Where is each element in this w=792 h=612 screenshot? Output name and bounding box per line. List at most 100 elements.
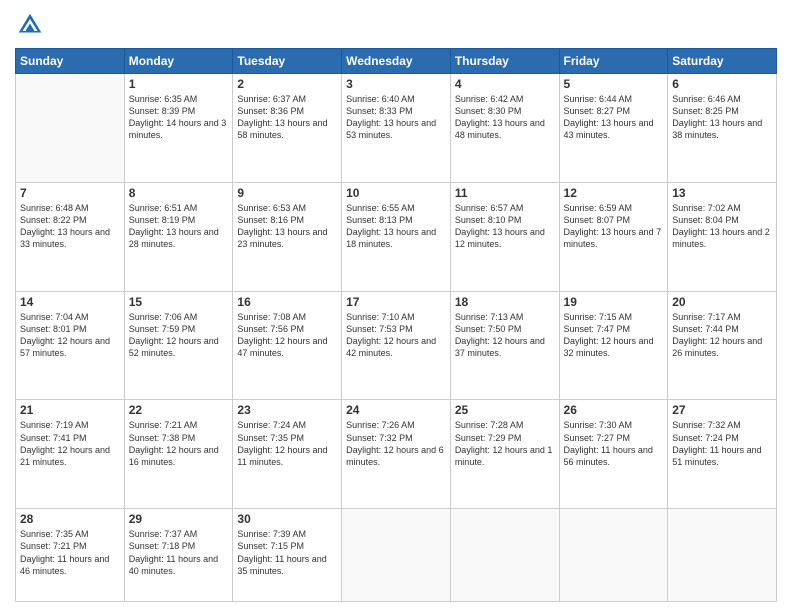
calendar-cell: 6 Sunrise: 6:46 AMSunset: 8:25 PMDaylight… [668, 74, 777, 183]
calendar-cell [16, 74, 125, 183]
day-info: Sunrise: 7:21 AMSunset: 7:38 PMDaylight:… [129, 419, 229, 468]
day-info: Sunrise: 6:46 AMSunset: 8:25 PMDaylight:… [672, 93, 772, 142]
calendar-cell: 5 Sunrise: 6:44 AMSunset: 8:27 PMDaylight… [559, 74, 668, 183]
weekday-header-row: SundayMondayTuesdayWednesdayThursdayFrid… [16, 49, 777, 74]
logo-icon [15, 10, 45, 40]
calendar-cell: 18 Sunrise: 7:13 AMSunset: 7:50 PMDayligh… [450, 291, 559, 400]
day-info: Sunrise: 6:42 AMSunset: 8:30 PMDaylight:… [455, 93, 555, 142]
day-number: 16 [237, 295, 337, 309]
weekday-header-wednesday: Wednesday [342, 49, 451, 74]
day-info: Sunrise: 7:30 AMSunset: 7:27 PMDaylight:… [564, 419, 664, 468]
day-number: 9 [237, 186, 337, 200]
day-info: Sunrise: 7:24 AMSunset: 7:35 PMDaylight:… [237, 419, 337, 468]
day-number: 19 [564, 295, 664, 309]
day-number: 14 [20, 295, 120, 309]
weekday-header-monday: Monday [124, 49, 233, 74]
day-number: 5 [564, 77, 664, 91]
day-number: 28 [20, 512, 120, 526]
week-row-2: 7 Sunrise: 6:48 AMSunset: 8:22 PMDaylight… [16, 182, 777, 291]
day-number: 24 [346, 403, 446, 417]
week-row-3: 14 Sunrise: 7:04 AMSunset: 8:01 PMDayligh… [16, 291, 777, 400]
day-number: 8 [129, 186, 229, 200]
calendar-cell: 30 Sunrise: 7:39 AMSunset: 7:15 PMDayligh… [233, 509, 342, 602]
day-info: Sunrise: 6:55 AMSunset: 8:13 PMDaylight:… [346, 202, 446, 251]
day-info: Sunrise: 6:51 AMSunset: 8:19 PMDaylight:… [129, 202, 229, 251]
day-info: Sunrise: 7:17 AMSunset: 7:44 PMDaylight:… [672, 311, 772, 360]
weekday-header-saturday: Saturday [668, 49, 777, 74]
weekday-header-friday: Friday [559, 49, 668, 74]
calendar-cell: 25Sunrise: 7:28 AMSunset: 7:29 PMDayligh… [450, 400, 559, 509]
day-number: 27 [672, 403, 772, 417]
day-info: Sunrise: 6:53 AMSunset: 8:16 PMDaylight:… [237, 202, 337, 251]
day-number: 22 [129, 403, 229, 417]
day-info: Sunrise: 7:13 AMSunset: 7:50 PMDaylight:… [455, 311, 555, 360]
day-info: Sunrise: 7:04 AMSunset: 8:01 PMDaylight:… [20, 311, 120, 360]
day-number: 7 [20, 186, 120, 200]
calendar-cell: 20 Sunrise: 7:17 AMSunset: 7:44 PMDayligh… [668, 291, 777, 400]
calendar-cell: 23 Sunrise: 7:24 AMSunset: 7:35 PMDayligh… [233, 400, 342, 509]
day-number: 29 [129, 512, 229, 526]
day-number: 2 [237, 77, 337, 91]
calendar-cell: 4 Sunrise: 6:42 AMSunset: 8:30 PMDaylight… [450, 74, 559, 183]
day-info: Sunrise: 7:06 AMSunset: 7:59 PMDaylight:… [129, 311, 229, 360]
day-info: Sunrise: 7:19 AMSunset: 7:41 PMDaylight:… [20, 419, 120, 468]
day-number: 1 [129, 77, 229, 91]
calendar-cell: 8 Sunrise: 6:51 AMSunset: 8:19 PMDaylight… [124, 182, 233, 291]
logo [15, 10, 49, 40]
week-row-1: 1 Sunrise: 6:35 AMSunset: 8:39 PMDaylight… [16, 74, 777, 183]
day-info: Sunrise: 7:26 AMSunset: 7:32 PMDaylight:… [346, 419, 446, 468]
day-number: 26 [564, 403, 664, 417]
calendar-cell: 26 Sunrise: 7:30 AMSunset: 7:27 PMDayligh… [559, 400, 668, 509]
week-row-5: 28Sunrise: 7:35 AMSunset: 7:21 PMDayligh… [16, 509, 777, 602]
calendar-cell: 15 Sunrise: 7:06 AMSunset: 7:59 PMDayligh… [124, 291, 233, 400]
weekday-header-tuesday: Tuesday [233, 49, 342, 74]
calendar-cell: 14 Sunrise: 7:04 AMSunset: 8:01 PMDayligh… [16, 291, 125, 400]
week-row-4: 21Sunrise: 7:19 AMSunset: 7:41 PMDayligh… [16, 400, 777, 509]
header [15, 10, 777, 40]
day-info: Sunrise: 6:44 AMSunset: 8:27 PMDaylight:… [564, 93, 664, 142]
calendar-cell: 3Sunrise: 6:40 AMSunset: 8:33 PMDaylight… [342, 74, 451, 183]
weekday-header-thursday: Thursday [450, 49, 559, 74]
calendar-table: SundayMondayTuesdayWednesdayThursdayFrid… [15, 48, 777, 602]
page: SundayMondayTuesdayWednesdayThursdayFrid… [0, 0, 792, 612]
day-number: 30 [237, 512, 337, 526]
day-info: Sunrise: 7:08 AMSunset: 7:56 PMDaylight:… [237, 311, 337, 360]
calendar-cell [342, 509, 451, 602]
calendar-cell: 27 Sunrise: 7:32 AMSunset: 7:24 PMDayligh… [668, 400, 777, 509]
day-number: 15 [129, 295, 229, 309]
day-number: 13 [672, 186, 772, 200]
day-info: Sunrise: 6:35 AMSunset: 8:39 PMDaylight:… [129, 93, 229, 142]
calendar-cell: 12Sunrise: 6:59 AMSunset: 8:07 PMDayligh… [559, 182, 668, 291]
calendar-cell: 13 Sunrise: 7:02 AMSunset: 8:04 PMDayligh… [668, 182, 777, 291]
calendar-cell [559, 509, 668, 602]
day-info: Sunrise: 7:32 AMSunset: 7:24 PMDaylight:… [672, 419, 772, 468]
day-number: 11 [455, 186, 555, 200]
calendar-cell: 10 Sunrise: 6:55 AMSunset: 8:13 PMDayligh… [342, 182, 451, 291]
calendar-cell: 22 Sunrise: 7:21 AMSunset: 7:38 PMDayligh… [124, 400, 233, 509]
day-number: 25 [455, 403, 555, 417]
day-number: 17 [346, 295, 446, 309]
calendar-cell: 1 Sunrise: 6:35 AMSunset: 8:39 PMDaylight… [124, 74, 233, 183]
day-number: 23 [237, 403, 337, 417]
calendar-cell: 21Sunrise: 7:19 AMSunset: 7:41 PMDayligh… [16, 400, 125, 509]
day-number: 20 [672, 295, 772, 309]
weekday-header-sunday: Sunday [16, 49, 125, 74]
day-info: Sunrise: 7:39 AMSunset: 7:15 PMDaylight:… [237, 528, 337, 577]
day-info: Sunrise: 6:48 AMSunset: 8:22 PMDaylight:… [20, 202, 120, 251]
day-number: 6 [672, 77, 772, 91]
day-number: 18 [455, 295, 555, 309]
calendar-cell: 19Sunrise: 7:15 AMSunset: 7:47 PMDayligh… [559, 291, 668, 400]
calendar-cell: 2 Sunrise: 6:37 AMSunset: 8:36 PMDaylight… [233, 74, 342, 183]
day-info: Sunrise: 7:37 AMSunset: 7:18 PMDaylight:… [129, 528, 229, 577]
day-number: 4 [455, 77, 555, 91]
calendar-cell [450, 509, 559, 602]
calendar-cell: 7 Sunrise: 6:48 AMSunset: 8:22 PMDaylight… [16, 182, 125, 291]
calendar-cell: 29 Sunrise: 7:37 AMSunset: 7:18 PMDayligh… [124, 509, 233, 602]
day-info: Sunrise: 7:02 AMSunset: 8:04 PMDaylight:… [672, 202, 772, 251]
calendar-cell: 16 Sunrise: 7:08 AMSunset: 7:56 PMDayligh… [233, 291, 342, 400]
day-info: Sunrise: 6:40 AMSunset: 8:33 PMDaylight:… [346, 93, 446, 142]
calendar-cell: 28Sunrise: 7:35 AMSunset: 7:21 PMDayligh… [16, 509, 125, 602]
day-number: 12 [564, 186, 664, 200]
day-info: Sunrise: 6:37 AMSunset: 8:36 PMDaylight:… [237, 93, 337, 142]
day-number: 10 [346, 186, 446, 200]
